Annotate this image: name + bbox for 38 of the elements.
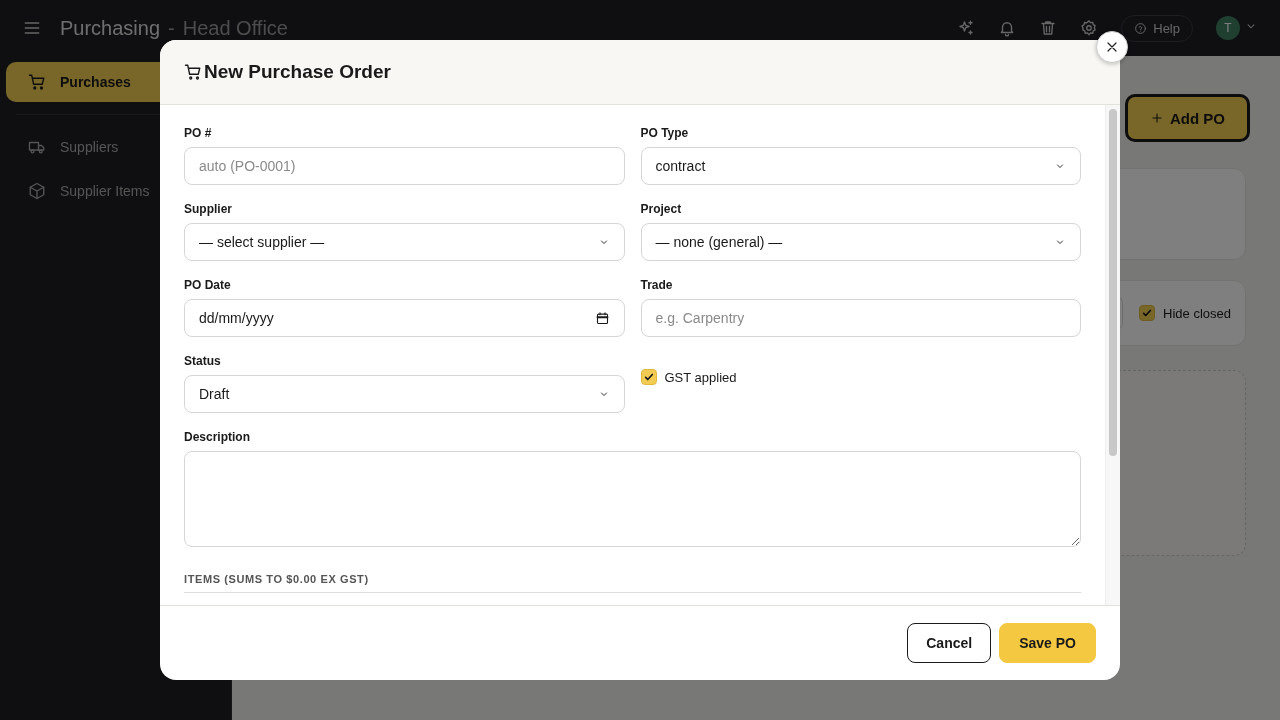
cart-icon	[28, 73, 46, 91]
checkbox-label: GST applied	[664, 369, 737, 385]
cancel-button[interactable]: Cancel	[907, 623, 992, 663]
field-label: PO Type	[640, 125, 690, 141]
field-label: Supplier	[184, 201, 233, 217]
field-label: PO #	[184, 125, 213, 141]
cart-icon	[184, 63, 202, 81]
select-field[interactable]: — select supplier —	[184, 223, 625, 261]
text-field[interactable]: auto (PO-0001)	[184, 147, 625, 185]
checkbox-label: Hide closed	[1163, 305, 1231, 321]
field-label: Status	[184, 353, 222, 369]
field-label: Description	[184, 429, 251, 445]
help-icon	[1134, 21, 1148, 35]
checkbox[interactable]	[1139, 305, 1156, 321]
section-heading: ITEMS (SUMS TO $0.00 EX GST)	[184, 573, 1081, 593]
branch-name: Head Office	[182, 16, 288, 40]
check-icon	[1142, 308, 1153, 318]
settings-icon	[1080, 19, 1099, 37]
field-label: Trade	[640, 277, 674, 293]
save-button[interactable]: Save PO	[999, 623, 1096, 663]
select-field[interactable]: contract	[640, 147, 1081, 185]
app-title: Purchasing	[60, 16, 161, 40]
checkbox[interactable]	[640, 369, 657, 385]
sparkle-icon	[957, 19, 976, 37]
select-field[interactable]: — none (general) —	[640, 223, 1081, 261]
title-separator: -	[168, 16, 175, 40]
select-field[interactable]: Draft	[184, 375, 625, 413]
scrollbar[interactable]	[1105, 105, 1120, 605]
field-label: PO Date	[184, 277, 232, 293]
text-field[interactable]: e.g. Carpentry	[640, 299, 1081, 337]
calendar-icon	[594, 310, 610, 326]
description-field[interactable]	[184, 451, 1081, 547]
date-field[interactable]: dd/mm/yyyy	[184, 299, 625, 337]
trash-icon	[1039, 19, 1058, 37]
check-icon	[643, 372, 654, 382]
plus-icon	[1150, 111, 1164, 125]
field-label: Project	[640, 201, 683, 217]
box-icon	[28, 182, 46, 200]
